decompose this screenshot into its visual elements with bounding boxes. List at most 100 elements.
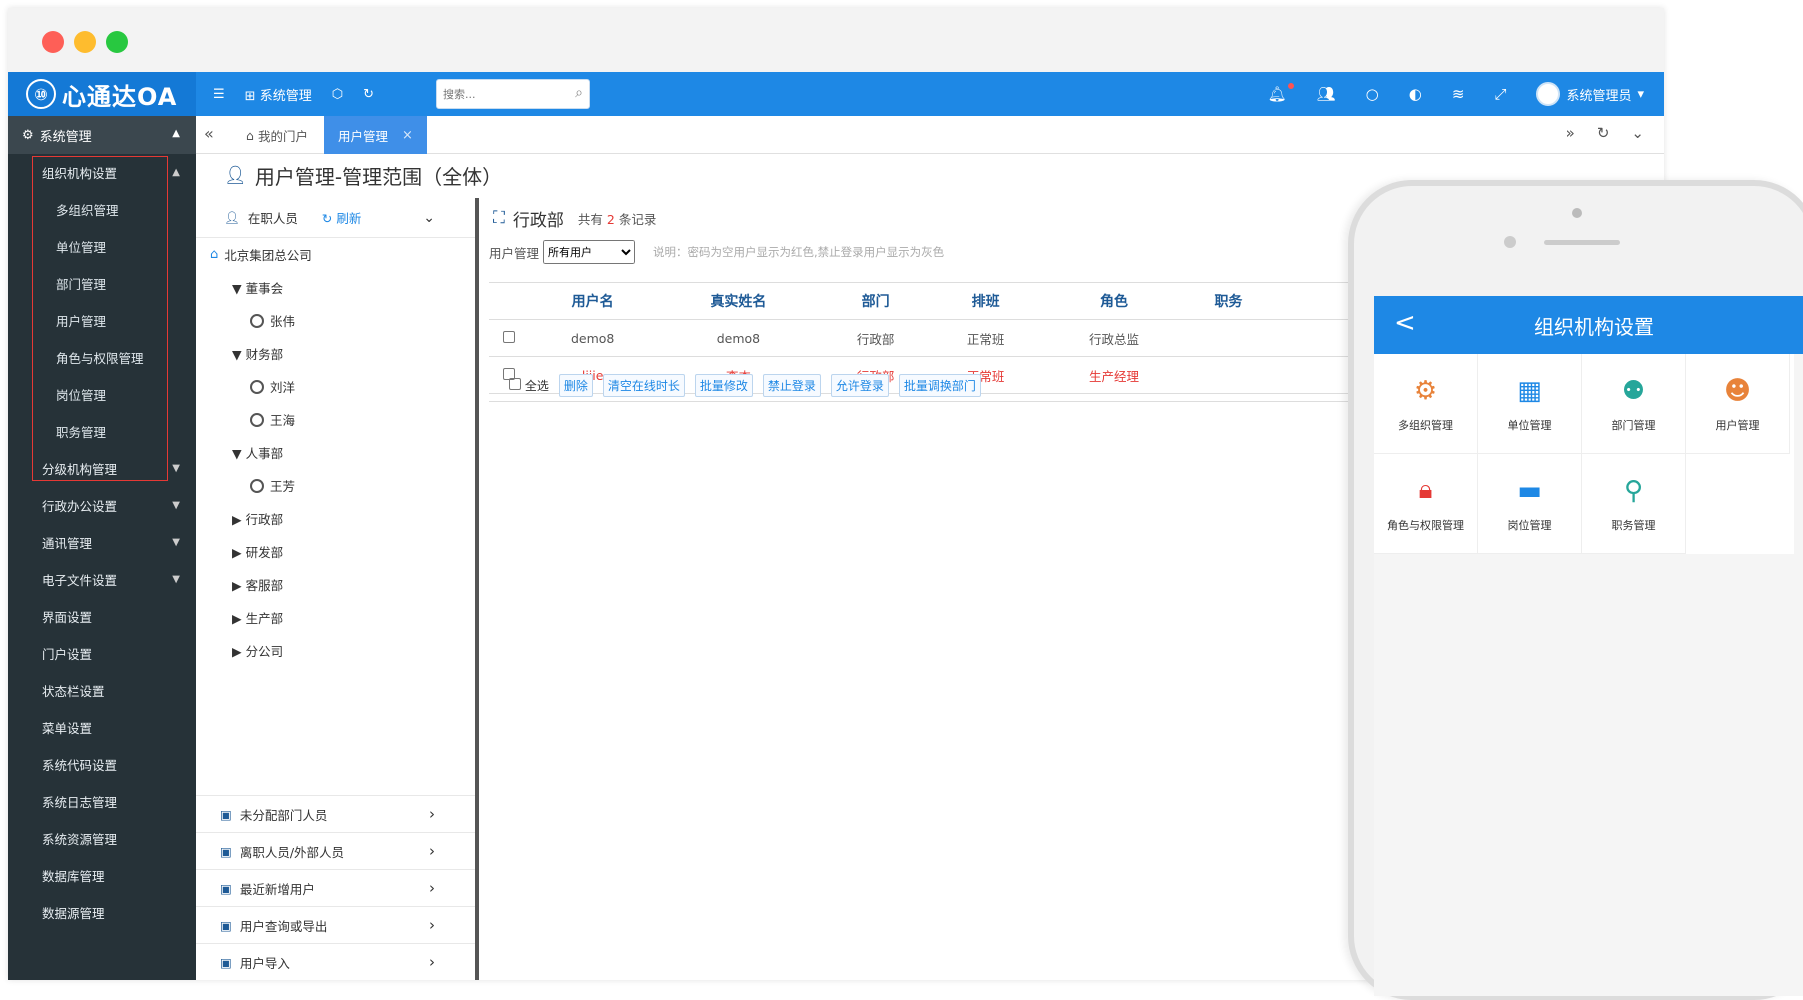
tab-user-management[interactable]: 用户管理 × [324,116,427,154]
column-header[interactable]: 角色 [1040,282,1188,320]
tree-dept[interactable]: ▶ 研发部 [196,535,475,568]
sidebar-item[interactable]: 系统资源管理 [8,820,196,857]
sidebar-item[interactable]: 行政办公设置 ▼ [8,487,196,524]
sidebar-item[interactable]: 职务管理 [8,413,196,450]
tree-footer-item[interactable]: ▣ 最近新增用户 › [196,869,475,906]
menu-toggle-icon[interactable]: ☰ [213,87,225,102]
tree-dept[interactable]: ▶ 客服部 [196,568,475,601]
select-all[interactable]: 全选 [509,377,549,394]
mobile-menu-item[interactable]: ⚲ 职务管理 [1582,454,1686,554]
sidebar-item[interactable]: 系统代码设置 [8,746,196,783]
close-window-button[interactable] [42,31,64,53]
action-button[interactable]: 禁止登录 [762,374,821,397]
close-icon[interactable]: × [402,128,413,143]
chevron-right-icon: › [429,805,435,823]
tree-dept[interactable]: ▼ 财务部 [196,337,475,370]
sidebar-item[interactable]: 多组织管理 [8,191,196,228]
contacts-icon[interactable]: 👥︎ [1317,85,1336,103]
tree-root[interactable]: ⌂ 北京集团总公司 [196,238,475,271]
mobile-menu-item[interactable]: ⚉ 部门管理 [1582,354,1686,454]
sidebar-item[interactable]: 分级机构管理 ▼ [8,450,196,487]
tree-footer-item[interactable]: ▣ 用户查询或导出 › [196,906,475,943]
mobile-menu-item[interactable]: 🔒︎ 角色与权限管理 [1374,454,1478,554]
column-header[interactable]: 用户名 [529,282,657,320]
expand-right-icon[interactable]: » [1566,124,1575,142]
sidebar-item[interactable]: 数据库管理 [8,857,196,894]
sidebar-item-label: 菜单设置 [42,721,93,736]
column-header[interactable]: 排班 [930,282,1041,320]
sidebar-item[interactable]: 菜单设置 [8,709,196,746]
collapse-left-icon[interactable]: « [204,124,214,143]
fullscreen-icon[interactable]: ⤢ [1494,85,1506,103]
action-button[interactable]: 允许登录 [830,374,889,397]
reload-tab-icon[interactable]: ↻ [1597,124,1610,142]
row-checkbox[interactable] [503,330,515,343]
user-menu[interactable]: 系统管理员 ▾ [1536,82,1644,106]
refresh-icon[interactable]: ↻ [363,87,374,102]
tree-footer-item[interactable]: ▣ 未分配部门人员 › [196,795,475,832]
tree-dept[interactable]: ▶ 行政部 [196,502,475,535]
layers-icon[interactable]: ≋ [1452,85,1465,103]
search-icon[interactable]: ⌕ [575,85,583,101]
action-button[interactable]: 批量调换部门 [898,374,981,397]
tab-home[interactable]: ⌂ 我的门户 [232,116,322,154]
chevron-down-icon[interactable]: ⌄ [423,210,435,226]
sidebar-header[interactable]: ⚙ 系统管理 ▲ [8,116,196,154]
minimize-window-button[interactable] [74,31,96,53]
sidebar-item[interactable]: 用户管理 [8,302,196,339]
sidebar-item[interactable]: 通讯管理 ▼ [8,524,196,561]
mobile-menu-item[interactable]: ▬ 岗位管理 [1478,454,1582,554]
sidebar-item[interactable]: 门户设置 [8,635,196,672]
list-icon: ▣ [220,843,232,859]
sidebar-item[interactable]: 组织机构设置 ▲ [8,154,196,191]
tree-dept[interactable]: ▶ 生产部 [196,601,475,634]
mobile-menu-item[interactable]: ▦ 单位管理 [1478,354,1582,454]
tree-person[interactable]: 刘洋 [196,370,475,403]
cube-icon[interactable]: ⬡ [332,87,343,102]
action-button[interactable]: 批量修改 [694,374,753,397]
sidebar-item[interactable]: 电子文件设置 ▼ [8,561,196,598]
action-button[interactable]: 清空在线时长 [602,374,685,397]
sidebar-item[interactable]: 部门管理 [8,265,196,302]
tree-dept[interactable]: ▶ 分公司 [196,634,475,667]
mobile-menu-item[interactable]: ⚙ 多组织管理 [1374,354,1478,454]
sidebar-item-label: 系统代码设置 [42,758,118,773]
sidebar-item[interactable]: 岗位管理 [8,376,196,413]
sidebar-item[interactable]: 单位管理 [8,228,196,265]
column-header[interactable]: 真实姓名 [656,282,821,320]
action-button[interactable]: 删除 [558,374,593,397]
back-icon[interactable]: < [1394,308,1416,338]
select-all-checkbox[interactable] [509,378,521,390]
list-icon: ▣ [220,954,232,970]
bell-icon[interactable]: 🔔︎ [1268,83,1294,103]
mobile-menu-item[interactable]: ☻ 用户管理 [1686,354,1790,454]
palette-icon[interactable]: ◐ [1409,85,1422,103]
tree-person[interactable]: 张伟 [196,304,475,337]
building-icon: ▦ [1517,375,1542,406]
tree-dept[interactable]: ▼ 董事会 [196,271,475,304]
sidebar-item[interactable]: 界面设置 [8,598,196,635]
chevron-down-icon[interactable]: ⌄ [1631,124,1644,142]
bulb-icon[interactable]: ○ [1366,85,1379,103]
sidebar-item[interactable]: 角色与权限管理 [8,339,196,376]
column-header[interactable]: 部门 [820,282,931,320]
sidebar-item[interactable]: 状态栏设置 [8,672,196,709]
sidebar-item[interactable]: 数据源管理 [8,894,196,931]
search-input[interactable] [437,80,557,108]
sidebar-item[interactable]: 系统日志管理 [8,783,196,820]
tree-person[interactable]: 王芳 [196,469,475,502]
caret-up-icon: ▲ [172,167,180,178]
tree-dept[interactable]: ▼ 人事部 [196,436,475,469]
maximize-window-button[interactable] [106,31,128,53]
user-filter-select[interactable]: 所有用户 [543,240,636,264]
tree-footer-item[interactable]: ▣ 用户导入 › [196,943,475,980]
system-menu-label: 系统管理 [259,88,312,104]
system-menu-button[interactable]: ⊞ 系统管理 [245,85,312,104]
tree-footer-item[interactable]: ▣ 离职人员/外部人员 › [196,832,475,869]
row-checkbox-cell [489,319,529,357]
refresh-button[interactable]: ↻ 刷新 [322,208,361,227]
logo[interactable]: ⑩ 心通达OA [8,72,196,116]
tree-filter[interactable]: 在职人员 [248,208,298,227]
tree-person[interactable]: 王海 [196,403,475,436]
column-header[interactable]: 职务 [1187,282,1270,320]
